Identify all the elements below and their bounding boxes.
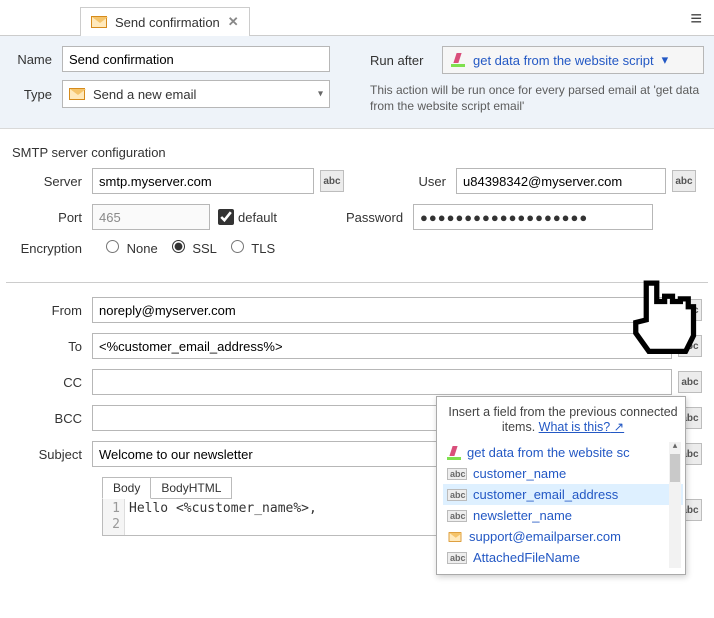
- mail-icon: [449, 532, 462, 542]
- enc-tls-radio[interactable]: TLS: [217, 240, 275, 256]
- user-input[interactable]: [456, 168, 666, 194]
- menu-icon[interactable]: ≡: [690, 8, 702, 31]
- line-gutter: 12: [103, 499, 125, 535]
- port-label: Port: [12, 210, 92, 225]
- popup-item-newsletter-name[interactable]: abc newsletter_name: [443, 505, 683, 526]
- to-abc-button[interactable]: abc: [678, 335, 702, 357]
- abc-icon: abc: [447, 489, 467, 501]
- highlighter-icon: [447, 446, 461, 460]
- what-is-this-link[interactable]: What is this? ↗: [539, 420, 625, 434]
- run-after-helper: This action will be run once for every p…: [370, 82, 704, 114]
- tab-send-confirmation[interactable]: Send confirmation ✕: [80, 7, 250, 36]
- name-label: Name: [10, 52, 62, 67]
- tab-bodyhtml[interactable]: BodyHTML: [151, 477, 232, 499]
- port-input[interactable]: [92, 204, 210, 230]
- run-after-value: get data from the website script: [473, 53, 654, 68]
- password-label: Password: [331, 210, 413, 225]
- cc-input[interactable]: [92, 369, 672, 395]
- popup-item-script[interactable]: get data from the website sc: [443, 442, 683, 463]
- default-checkbox[interactable]: [218, 209, 234, 225]
- separator: [6, 282, 708, 283]
- popup-item-attached-filename[interactable]: abc AttachedFileName: [443, 547, 683, 568]
- cc-abc-button[interactable]: abc: [678, 371, 702, 393]
- enc-ssl-radio[interactable]: SSL: [158, 240, 217, 256]
- chevron-down-icon: ▾: [662, 52, 669, 68]
- to-input[interactable]: [92, 333, 672, 359]
- action-header: Name Type Send a new email ▾ Run after g…: [0, 36, 714, 129]
- from-abc-button[interactable]: abc: [678, 299, 702, 321]
- body-text: Hello <%customer_name%>,: [125, 499, 321, 535]
- popup-header: Insert a field from the previous connect…: [443, 403, 683, 442]
- scroll-up-icon: ▴: [669, 442, 681, 452]
- popup-item-support-email[interactable]: support@emailparser.com: [443, 526, 683, 547]
- encryption-label: Encryption: [12, 241, 92, 256]
- popup-item-customer-name[interactable]: abc customer_name: [443, 463, 683, 484]
- scroll-thumb[interactable]: [670, 454, 680, 482]
- tab-strip: Send confirmation ✕ ≡: [0, 0, 714, 36]
- type-select[interactable]: Send a new email ▾: [62, 80, 330, 108]
- password-input[interactable]: ●●●●●●●●●●●●●●●●●●●: [413, 204, 653, 230]
- abc-icon: abc: [447, 468, 467, 480]
- user-abc-button[interactable]: abc: [672, 170, 696, 192]
- from-input[interactable]: [92, 297, 672, 323]
- server-abc-button[interactable]: abc: [320, 170, 344, 192]
- name-input[interactable]: [62, 46, 330, 72]
- subject-label: Subject: [12, 447, 92, 462]
- enc-none-radio[interactable]: None: [92, 240, 158, 256]
- mail-icon: [91, 16, 107, 28]
- default-label: default: [238, 210, 277, 225]
- insert-field-popup: Insert a field from the previous connect…: [436, 396, 686, 575]
- type-label: Type: [10, 87, 62, 102]
- user-label: User: [374, 174, 456, 189]
- tab-title: Send confirmation: [115, 15, 220, 30]
- mail-icon: [69, 88, 85, 100]
- smtp-form: Server abc User abc Port default Passwor…: [0, 168, 714, 272]
- popup-scrollbar[interactable]: ▴: [669, 442, 681, 568]
- popup-list: get data from the website sc abc custome…: [443, 442, 683, 568]
- run-after-label: Run after: [370, 53, 442, 68]
- smtp-section-title: SMTP server configuration: [12, 145, 714, 160]
- tab-body[interactable]: Body: [102, 477, 151, 499]
- run-after-select[interactable]: get data from the website script ▾: [442, 46, 704, 74]
- popup-item-customer-email[interactable]: abc customer_email_address: [443, 484, 683, 505]
- server-label: Server: [12, 174, 92, 189]
- abc-icon: abc: [447, 552, 467, 564]
- type-value: Send a new email: [93, 87, 196, 102]
- bcc-label: BCC: [12, 411, 92, 426]
- from-label: From: [12, 303, 92, 318]
- cc-label: CC: [12, 375, 92, 390]
- to-label: To: [12, 339, 92, 354]
- chevron-down-icon: ▾: [318, 89, 323, 100]
- close-icon[interactable]: ✕: [228, 14, 239, 30]
- highlighter-icon: [451, 53, 465, 67]
- abc-icon: abc: [447, 510, 467, 522]
- server-input[interactable]: [92, 168, 314, 194]
